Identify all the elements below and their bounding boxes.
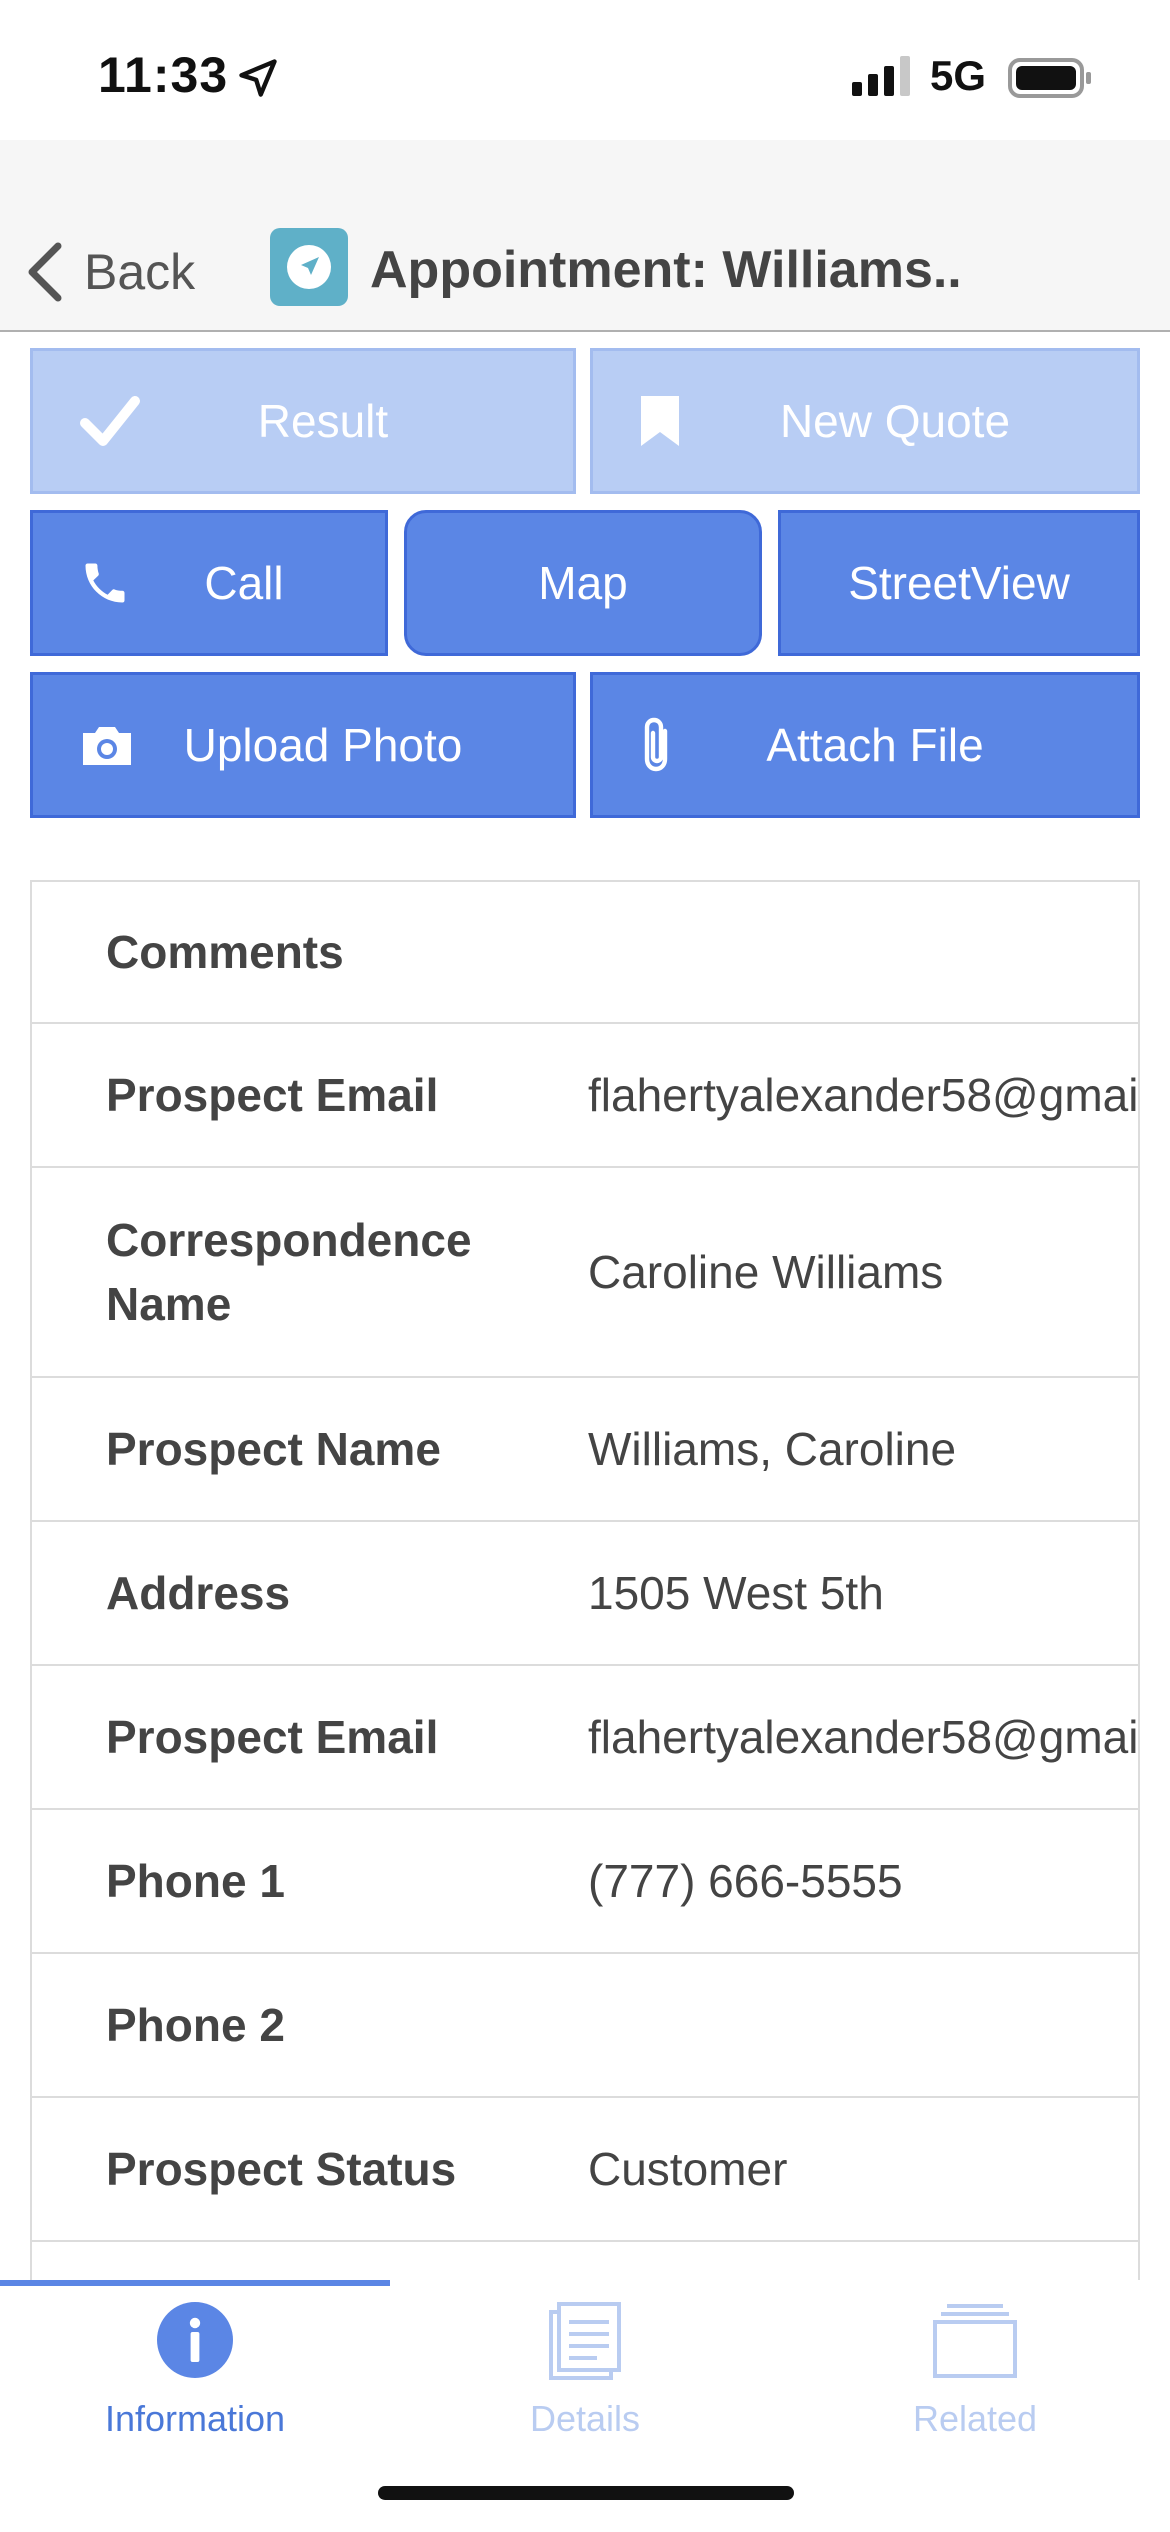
field-value: Williams, Caroline — [588, 1423, 957, 1475]
appointment-info-list: Comments Prospect Email flahertyalexande… — [30, 880, 1140, 2302]
field-row-correspondence-name[interactable]: Correspondence Name Caroline Williams — [30, 1168, 1140, 1378]
field-row-prospect-name[interactable]: Prospect Name Williams, Caroline — [30, 1378, 1140, 1522]
field-label: Prospect Email — [106, 1069, 439, 1121]
tab-details[interactable]: Details — [390, 2300, 780, 2460]
status-bar: 11:33 5G — [0, 0, 1170, 140]
field-label: Prospect Email — [106, 1711, 439, 1763]
field-value: Customer — [588, 2143, 788, 2195]
attach-file-button[interactable]: Attach File — [590, 672, 1140, 818]
field-value[interactable]: 1505 West 5th — [588, 1566, 1140, 1620]
back-label: Back — [84, 244, 196, 300]
phone-icon — [85, 563, 125, 603]
field-label: Correspondence Name — [106, 1214, 472, 1330]
result-label: Result — [257, 395, 389, 447]
home-indicator — [378, 2486, 794, 2500]
tab-information[interactable]: Information — [0, 2300, 390, 2460]
compass-icon — [287, 245, 331, 289]
call-button[interactable]: Call — [30, 510, 388, 656]
field-label: Phone 1 — [106, 1855, 285, 1907]
appointment-app-icon — [270, 228, 348, 306]
battery-icon — [1008, 58, 1091, 98]
upload-photo-button[interactable]: Upload Photo — [30, 672, 576, 818]
result-button[interactable]: Result — [30, 348, 576, 494]
field-row-prospect-email-2[interactable]: Prospect Email flahertyalexander58@gmail… — [30, 1666, 1140, 1810]
field-row-prospect-email[interactable]: Prospect Email flahertyalexander58@gmail… — [30, 1024, 1140, 1168]
field-label: Prospect Name — [106, 1423, 441, 1475]
info-icon — [157, 2302, 233, 2378]
call-label: Call — [204, 557, 284, 609]
field-value[interactable]: (777) 666-5555 — [588, 1854, 1140, 1908]
field-row-prospect-status[interactable]: Prospect Status Customer — [30, 2098, 1140, 2242]
field-row-comments[interactable]: Comments — [30, 880, 1140, 1024]
field-value[interactable]: flahertyalexander58@gmail.com — [588, 1068, 1140, 1122]
stack-icon — [933, 2304, 1017, 2378]
camera-icon — [83, 727, 131, 765]
new-quote-label: New Quote — [779, 395, 1011, 447]
active-tab-indicator — [0, 2280, 390, 2286]
map-label: Map — [538, 557, 628, 609]
document-icon — [549, 2302, 621, 2380]
checkmark-icon — [80, 396, 140, 446]
streetview-button[interactable]: StreetView — [778, 510, 1140, 656]
field-row-phone-1[interactable]: Phone 1 (777) 666-5555 — [30, 1810, 1140, 1954]
chevron-left-icon — [28, 242, 62, 302]
network-label: 5G — [930, 52, 987, 99]
status-time: 11:33 — [98, 47, 229, 103]
navigation-bar: Back Appointment: Williams.. — [0, 140, 1170, 332]
tab-label: Related — [912, 2398, 1038, 2439]
new-quote-button[interactable]: New Quote — [590, 348, 1140, 494]
cellular-signal-icon — [852, 56, 910, 96]
paperclip-icon — [644, 717, 668, 772]
field-label: Phone 2 — [106, 1999, 285, 2051]
field-row-address[interactable]: Address 1505 West 5th — [30, 1522, 1140, 1666]
field-label: Comments — [106, 926, 344, 978]
map-button[interactable]: Map — [404, 510, 762, 656]
upload-photo-label: Upload Photo — [183, 719, 463, 771]
field-value: Caroline Williams — [588, 1246, 944, 1298]
tab-label: Information — [104, 2398, 286, 2439]
location-arrow-icon — [239, 59, 277, 97]
back-button[interactable]: Back — [24, 232, 195, 312]
field-value[interactable]: flahertyalexander58@gmail.com — [588, 1710, 1140, 1764]
bookmark-icon — [641, 396, 679, 446]
field-row-phone-2[interactable]: Phone 2 — [30, 1954, 1140, 2098]
field-label: Prospect Status — [106, 2143, 457, 2195]
streetview-label: StreetView — [848, 557, 1070, 609]
tab-related[interactable]: Related — [780, 2300, 1170, 2460]
attach-file-label: Attach File — [766, 719, 984, 771]
field-label: Address — [106, 1567, 291, 1619]
page-title: Appointment: Williams.. — [370, 241, 962, 299]
tab-label: Details — [529, 2398, 641, 2439]
